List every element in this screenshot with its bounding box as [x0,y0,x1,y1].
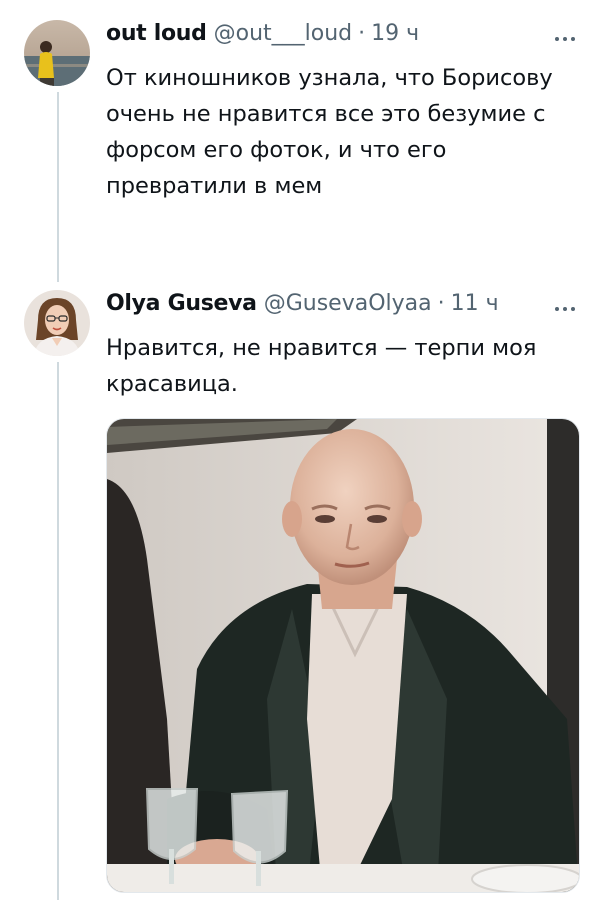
timestamp[interactable]: 19 ч [371,21,419,46]
more-horizontal-icon[interactable] [555,304,575,314]
author-handle[interactable]: @out___loud [214,21,353,46]
avatar-image-icon [24,290,90,356]
thread-line [57,362,59,900]
tweet-text-line: Нравится, не нравится — терпи моя [106,335,537,361]
tweet-text: От киношников узнала, что Борисову очень… [106,60,576,204]
tweet-text-line: очень не нравится все это безумие с [106,101,546,127]
separator-dot: · [358,21,366,46]
thread-line [57,92,59,282]
tweet-header: out loud @out___loud · 19 ч [106,21,419,46]
author-name[interactable]: Olya Guseva [106,291,257,316]
tweet-text-line: превратили в мем [106,173,323,199]
separator-dot: · [437,291,445,316]
tweet-header: Olya Guseva @GusevaOlyaa · 11 ч [106,291,499,316]
photo-image-icon [107,419,579,892]
tweet-text-line: От киношников узнала, что Борисову [106,65,553,91]
tweet-text-line: красавица. [106,371,238,397]
avatar[interactable] [24,290,90,356]
timestamp[interactable]: 11 ч [451,291,499,316]
avatar-image-icon [24,20,90,86]
tweet-text-line: форсом его фоток, и что его [106,137,447,163]
author-name[interactable]: out loud [106,21,207,46]
author-handle[interactable]: @GusevaOlyaa [264,291,432,316]
more-horizontal-icon[interactable] [555,34,575,44]
avatar[interactable] [24,20,90,86]
tweet-photo[interactable] [106,418,580,893]
tweet-text: Нравится, не нравится — терпи моя красав… [106,330,576,402]
